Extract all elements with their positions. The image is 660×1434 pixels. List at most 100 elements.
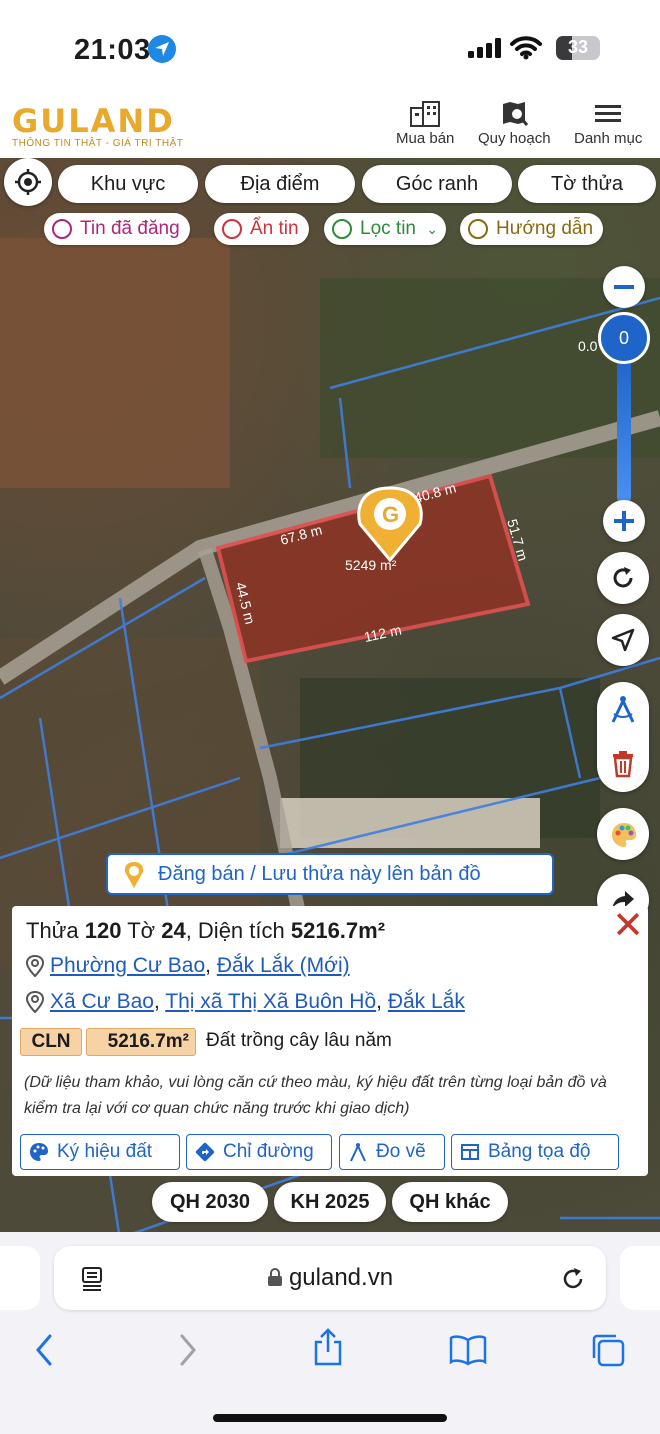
refresh-icon — [613, 567, 633, 588]
user-circle-icon — [52, 219, 72, 239]
nav-danh-muc[interactable]: Danh mục — [574, 100, 642, 147]
chip-label: Hướng dẫn — [496, 218, 594, 239]
parcel-area: 5216.7m² — [290, 918, 386, 943]
opacity-label: 0.0 — [578, 338, 598, 354]
chip-loc-tin[interactable]: Lọc tin ⌄ — [324, 213, 446, 245]
battery-level: 33 — [567, 37, 589, 57]
location-pin-icon — [26, 955, 44, 978]
plus-icon — [614, 511, 634, 531]
ward-link[interactable]: Phường Cư Bao — [50, 954, 205, 977]
address-old: Xã Cư Bao, Thị xã Thị Xã Buôn Hồ, Đắk Lắ… — [26, 990, 465, 1014]
chip-huong-dan[interactable]: Hướng dẫn — [460, 213, 604, 245]
measure-compass-icon — [350, 1143, 366, 1162]
filter-khu-vuc[interactable]: Khu vực — [58, 165, 198, 203]
chevron-down-icon: ⌄ — [426, 221, 438, 237]
lock-icon — [267, 1268, 282, 1286]
home-indicator — [213, 1414, 447, 1422]
draw-tools-group — [597, 682, 649, 792]
province-old-link[interactable]: Đắk Lắk — [388, 990, 465, 1013]
zoom-slider-handle[interactable]: 0 — [598, 312, 650, 364]
chip-label: Ẩn tin — [250, 218, 299, 239]
map-search-icon — [503, 102, 529, 126]
address-bar[interactable]: guland.vn — [54, 1246, 606, 1310]
nav-mua-ban[interactable]: Mua bán — [396, 100, 454, 147]
action-label: Bảng tọa độ — [488, 1141, 591, 1162]
parcel-number: 120 — [84, 918, 122, 943]
navigate-button[interactable] — [597, 614, 649, 666]
chip-an-tin[interactable]: Ẩn tin — [214, 213, 309, 245]
minus-icon — [614, 285, 634, 289]
cellular-signal-icon — [468, 38, 501, 58]
zoom-in-button[interactable] — [603, 500, 645, 542]
map-style-button[interactable] — [597, 808, 649, 860]
filter-goc-ranh[interactable]: Góc ranh — [362, 165, 512, 203]
reload-icon[interactable] — [560, 1266, 586, 1292]
action-label: Đo vẽ — [376, 1141, 426, 1162]
land-symbol-button[interactable]: Ký hiệu đất — [20, 1134, 180, 1170]
guland-logo[interactable]: GULAND THÔNG TIN THẬT - GIÁ TRỊ THẬT — [12, 102, 183, 149]
locate-me-button[interactable] — [4, 158, 52, 206]
land-area-badge: 5216.7m² — [86, 1028, 196, 1056]
logo-tagline: THÔNG TIN THẬT - GIÁ TRỊ THẬT — [12, 138, 184, 149]
back-icon[interactable] — [32, 1332, 56, 1368]
measure-compass-icon[interactable] — [609, 694, 637, 724]
plan-kh-2025-button[interactable]: KH 2025 — [274, 1182, 386, 1222]
plan-qh-khac-button[interactable]: QH khác — [392, 1182, 508, 1222]
play-circle-icon — [468, 219, 488, 239]
chip-label: Tin đã đăng — [80, 218, 180, 239]
nav-quy-hoach[interactable]: Quy hoạch — [478, 100, 551, 147]
banner-text: Đăng bán / Lưu thửa này lên bản đồ — [158, 863, 481, 885]
guland-pin-icon — [124, 862, 144, 888]
wifi-icon — [510, 36, 542, 60]
sheet-prefix: Tờ — [127, 918, 156, 943]
province-new-link[interactable]: Đắk Lắk (Mới) — [217, 954, 350, 977]
svg-text:G: G — [382, 502, 399, 527]
palette-icon — [612, 823, 636, 847]
directions-icon — [195, 1142, 215, 1162]
zoom-slider-track[interactable] — [617, 354, 631, 504]
nav-label: Quy hoạch — [478, 130, 551, 147]
parcel-title: Thửa 120 Tờ 24, Diện tích 5216.7m² — [26, 918, 385, 944]
next-tab-preview[interactable] — [620, 1246, 660, 1310]
share-icon[interactable] — [312, 1328, 344, 1368]
buildings-icon — [410, 101, 441, 127]
filter-to-thua[interactable]: Tờ thửa — [518, 165, 656, 203]
area-prefix: , Diện tích — [185, 918, 285, 943]
crosshair-icon — [15, 169, 41, 195]
post-parcel-banner[interactable]: Đăng bán / Lưu thửa này lên bản đồ — [106, 853, 554, 895]
measure-button[interactable]: Đo vẽ — [339, 1134, 445, 1170]
filter-dia-diem[interactable]: Địa điểm — [205, 165, 355, 203]
forward-icon[interactable] — [176, 1332, 200, 1368]
coordinates-table-button[interactable]: Bảng tọa độ — [451, 1134, 619, 1170]
close-card-button[interactable]: ✕ — [612, 907, 644, 945]
close-circle-icon — [222, 219, 242, 239]
plan-qh-2030-button[interactable]: QH 2030 — [152, 1182, 268, 1222]
directions-button[interactable]: Chỉ đường — [186, 1134, 332, 1170]
land-code-badge: CLN — [20, 1028, 82, 1056]
action-label: Ký hiệu đất — [57, 1141, 153, 1162]
nav-label: Mua bán — [396, 130, 455, 147]
sheet-number: 24 — [161, 918, 186, 943]
town-link[interactable]: Thị xã Thị Xã Buôn Hồ — [165, 990, 376, 1013]
logo-text: GULAND — [12, 102, 175, 140]
tabs-icon[interactable] — [590, 1332, 626, 1368]
trash-icon[interactable] — [611, 750, 635, 778]
address-new: Phường Cư Bao, Đắk Lắk (Mới) — [26, 954, 350, 978]
url-display: guland.vn — [54, 1246, 606, 1310]
commune-link[interactable]: Xã Cư Bao — [50, 990, 154, 1013]
browser-toolbar: guland.vn — [0, 1232, 660, 1434]
battery-icon: 33 — [556, 36, 600, 60]
action-label: Chỉ đường — [223, 1141, 314, 1162]
parcel-info-card: Thửa 120 Tờ 24, Diện tích 5216.7m² ✕ Phư… — [12, 906, 648, 1176]
bookmarks-icon[interactable] — [448, 1334, 488, 1366]
refresh-button[interactable] — [597, 552, 649, 604]
previous-tab-preview[interactable] — [0, 1246, 40, 1310]
zoom-out-button[interactable] — [603, 266, 645, 308]
chip-label: Lọc tin — [360, 218, 416, 239]
status-bar: 21:03 33 — [0, 0, 660, 96]
nav-label: Danh mục — [574, 130, 643, 147]
chip-tin-da-dang[interactable]: Tin đã đăng — [44, 213, 190, 245]
title-prefix: Thửa — [26, 918, 79, 943]
location-pin-icon — [26, 991, 44, 1014]
pin-icon — [332, 219, 352, 239]
